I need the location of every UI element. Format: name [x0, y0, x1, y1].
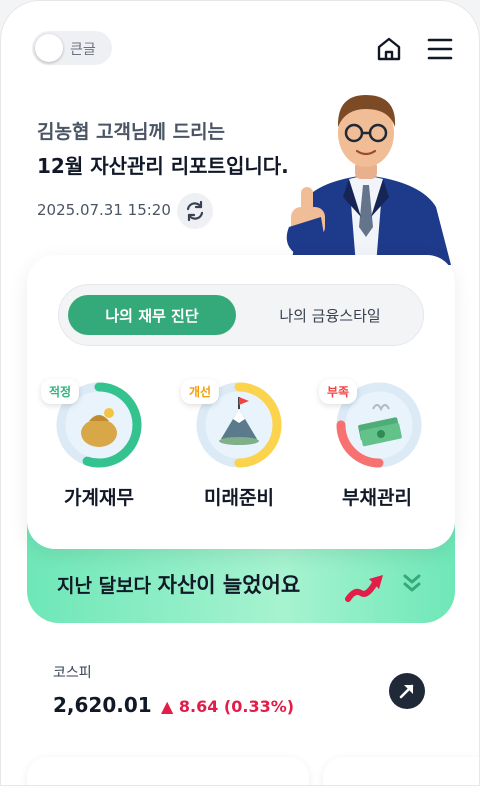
- household-status-text: 적정: [49, 385, 72, 399]
- tab-financial-diagnosis[interactable]: 나의 재무 진단: [68, 295, 236, 335]
- future-readiness-label: 미래준비: [204, 487, 274, 509]
- tab-financial-style[interactable]: 나의 금융스타일: [246, 295, 414, 335]
- future-status-badge: 개선: [181, 379, 220, 404]
- app-screen: 큰글 김농협 고객님께 드리는 12월 자산관리 리포트입니다. 2025.07…: [0, 0, 480, 786]
- report-datetime: 2025.07.31 15:20: [37, 201, 171, 219]
- refresh-button[interactable]: [177, 193, 213, 229]
- trend-up-arrow-icon: [345, 575, 383, 602]
- debt-status-badge: 부족: [319, 379, 358, 404]
- greeting-line-2: 12월 자산관리 리포트입니다.: [37, 154, 289, 178]
- hamburger-menu-icon[interactable]: [426, 37, 454, 61]
- home-icon[interactable]: [375, 35, 403, 63]
- summary-text-strong: 자산이 늘었어요: [157, 573, 301, 597]
- refresh-icon: [186, 200, 204, 222]
- future-status-text: 개선: [189, 385, 212, 399]
- debt-status-text: 부족: [327, 385, 350, 399]
- advisor-character-illustration: [286, 95, 451, 265]
- double-chevron-down-icon[interactable]: [401, 571, 423, 595]
- toggle-label: 큰글: [70, 42, 96, 58]
- summary-text-plain: 지난 달보다: [57, 575, 158, 597]
- market-index-value: 2,620.01: [53, 693, 152, 717]
- household-finance-label: 가계재무: [64, 487, 134, 509]
- toggle-knob: [35, 34, 63, 62]
- market-index-change: ▲ 8.64 (0.33%): [161, 697, 295, 716]
- asset-summary-text: 지난 달보다 자산이 늘었어요: [57, 569, 300, 599]
- bottom-card-left[interactable]: [27, 757, 309, 785]
- large-text-toggle[interactable]: 큰글: [32, 31, 112, 65]
- arrow-up-right-icon: [399, 684, 414, 699]
- market-index-label: 코스피: [53, 665, 92, 681]
- household-status-badge: 적정: [41, 379, 80, 404]
- market-detail-button[interactable]: [389, 673, 425, 709]
- debt-management-label: 부채관리: [342, 487, 412, 509]
- bottom-card-right[interactable]: [323, 757, 479, 785]
- greeting-line-1: 김농협 고객님께 드리는: [37, 121, 226, 143]
